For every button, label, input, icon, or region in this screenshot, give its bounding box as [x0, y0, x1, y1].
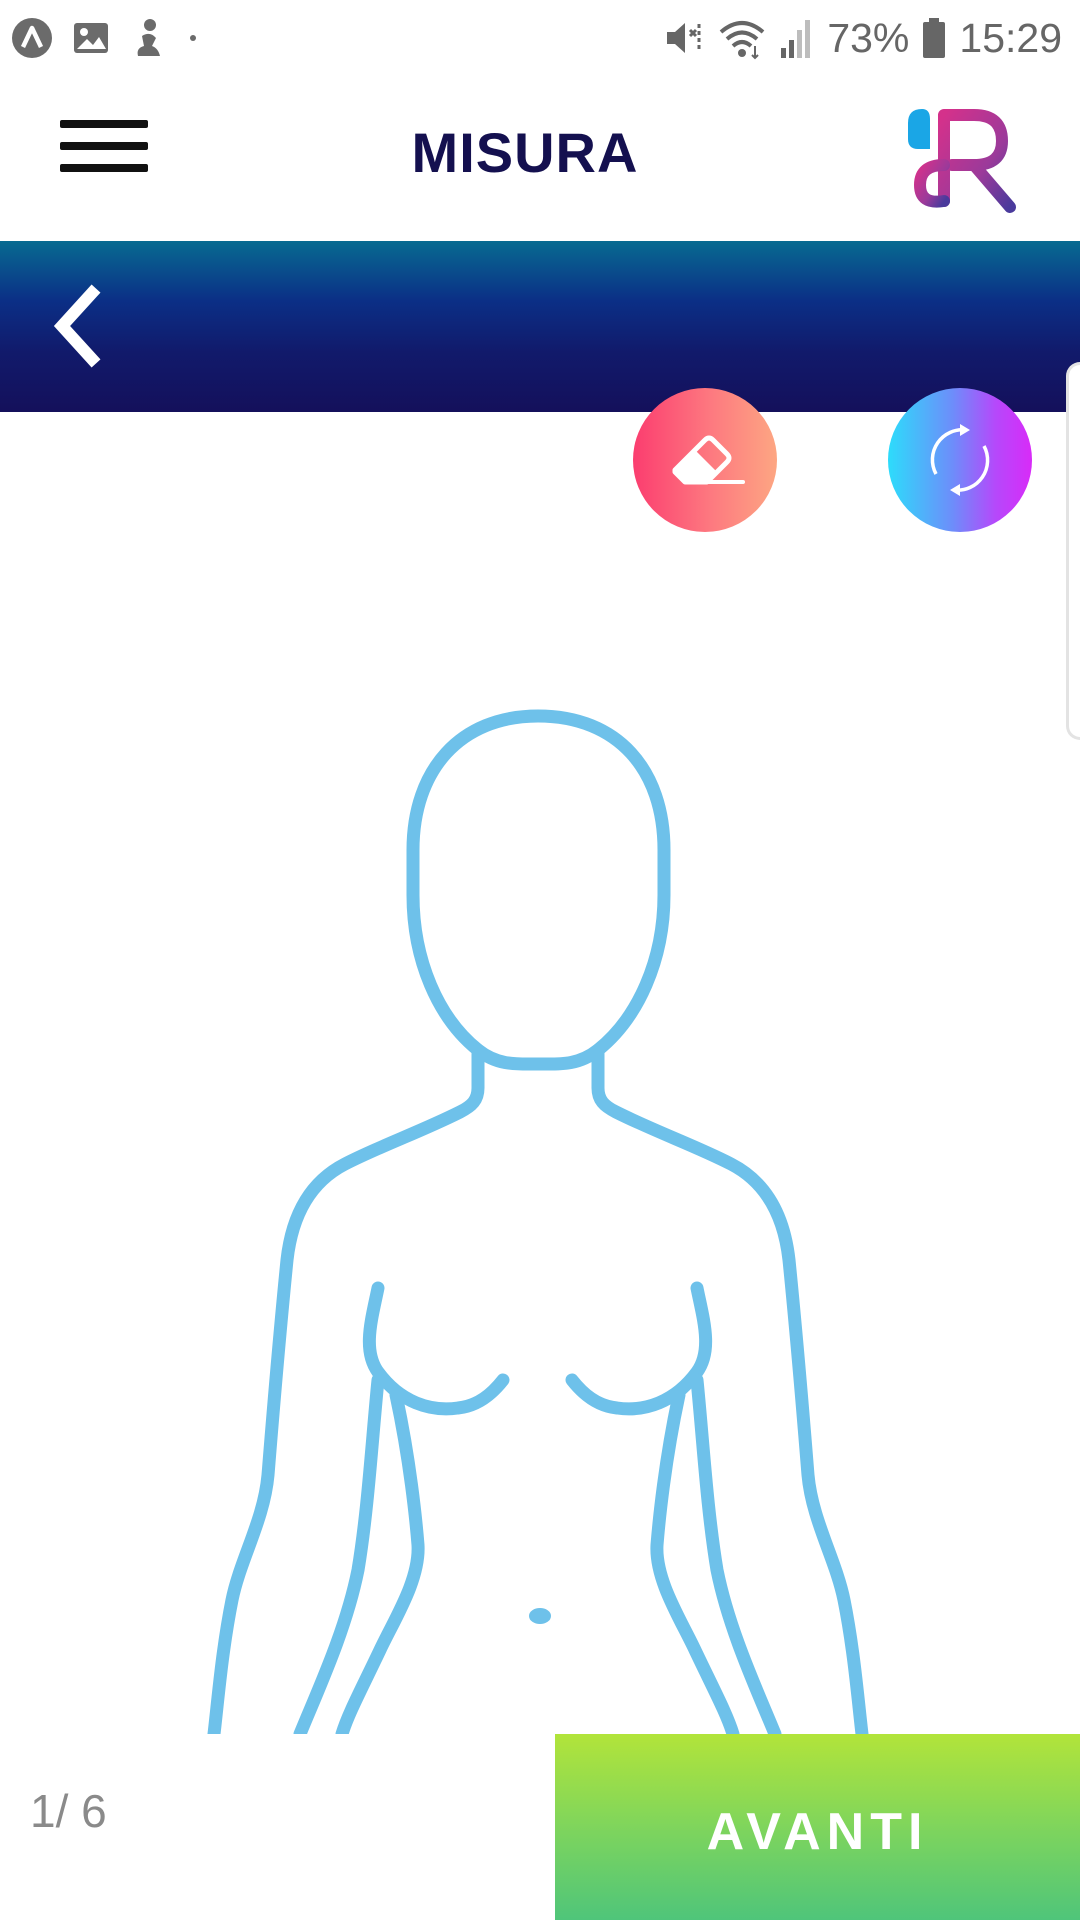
status-time: 15:29: [959, 14, 1062, 61]
battery-percent: 73%: [827, 14, 910, 61]
image-icon: [74, 23, 108, 53]
eraser-icon: [672, 435, 745, 485]
status-bar-notifications: [10, 16, 200, 60]
app-header: MISURA: [0, 76, 1080, 241]
wifi-icon: [720, 21, 765, 60]
body-figure-area[interactable]: [0, 412, 1080, 1734]
app-screen: 73% 15:29 MISURA 1/ 6 AVANTI: [0, 0, 1080, 1920]
next-button[interactable]: AVANTI: [555, 1734, 1080, 1920]
refresh-icon: [930, 424, 990, 496]
chevron-left-icon[interactable]: [44, 281, 114, 371]
mute-vibrate-icon: [667, 23, 701, 53]
page-counter: 1/ 6: [30, 1785, 107, 1837]
dot-icon: [190, 35, 196, 41]
menu-line-icon: [60, 120, 148, 128]
status-bar-system: 73% 15:29: [661, 12, 1062, 64]
battery-icon: [923, 18, 946, 58]
menu-line-icon: [60, 142, 148, 150]
next-button-label: AVANTI: [706, 1803, 929, 1861]
nav-band: [0, 241, 1080, 412]
eraser-button[interactable]: [633, 388, 777, 532]
app-notification-icon: [12, 18, 52, 58]
signal-icon: [781, 20, 811, 58]
status-bar: 73% 15:29: [0, 0, 1080, 76]
menu-line-icon: [60, 164, 148, 172]
page-title: MISURA: [411, 121, 639, 184]
footer: 1/ 6 AVANTI: [0, 1734, 1080, 1920]
reset-button[interactable]: [888, 388, 1032, 532]
brand-logo-icon[interactable]: [900, 101, 1020, 216]
activity-icon: [137, 19, 160, 56]
female-body-outline[interactable]: [0, 412, 1080, 1734]
hamburger-menu-button[interactable]: [56, 120, 152, 196]
